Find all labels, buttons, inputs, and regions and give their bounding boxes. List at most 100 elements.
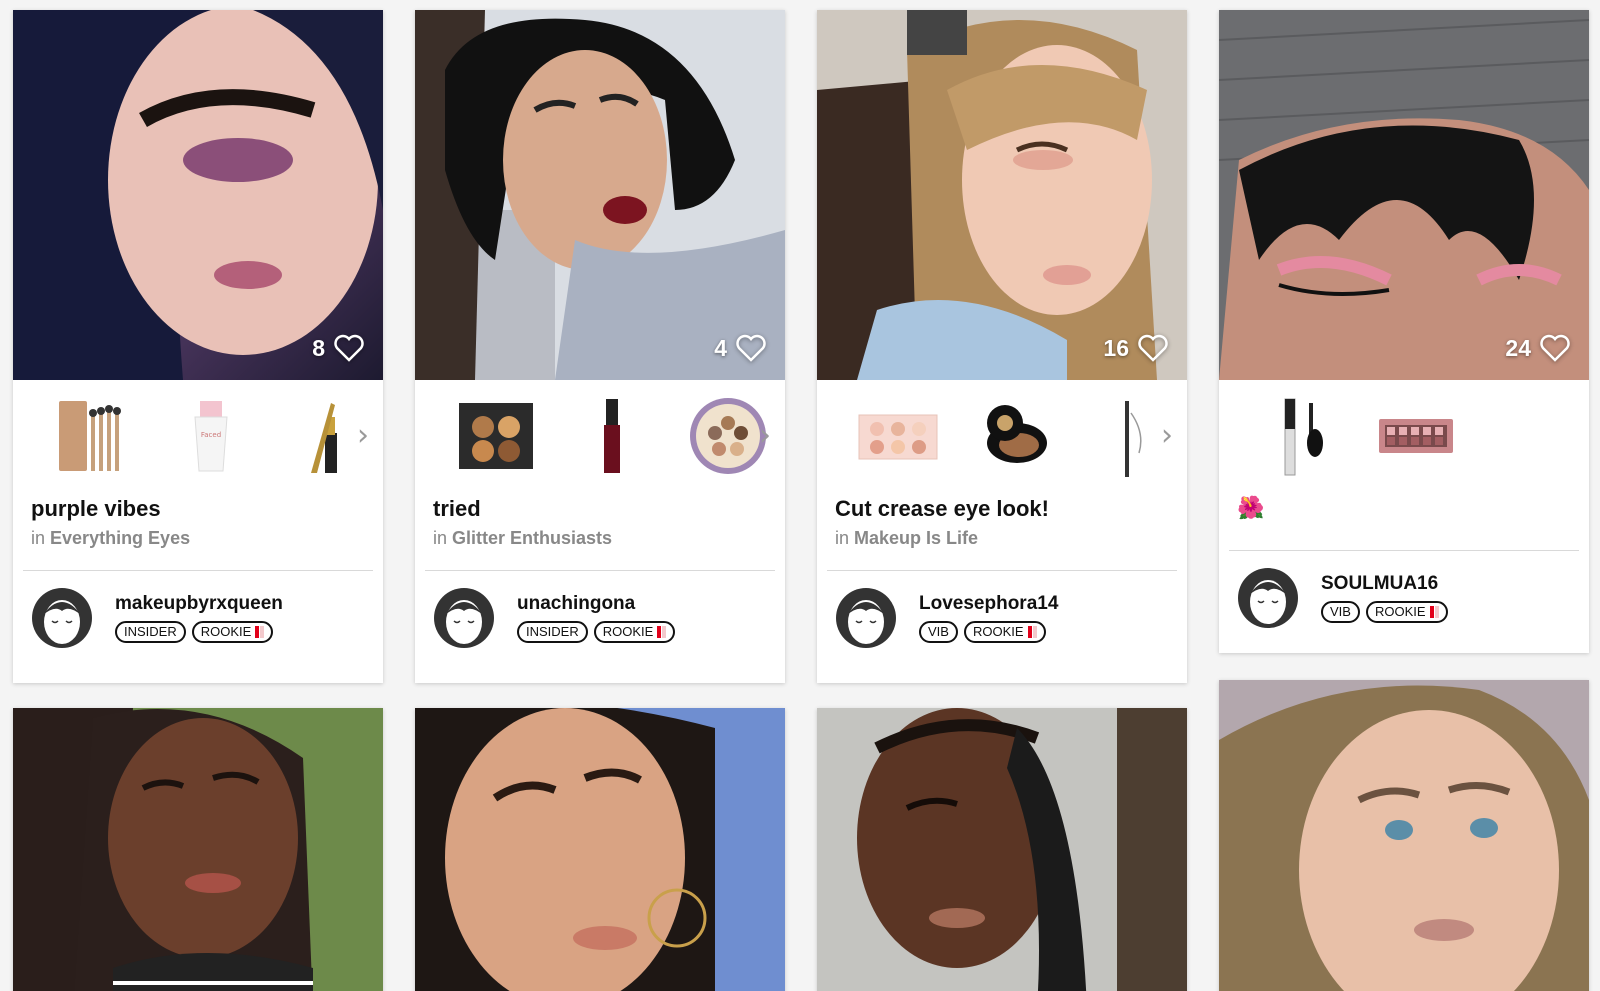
rookie-label: ROOKIE <box>200 624 252 639</box>
look-photo-image <box>415 10 785 380</box>
product-thumb[interactable] <box>51 393 137 479</box>
username[interactable]: unachingona <box>517 593 675 615</box>
likes-count[interactable]: 4 <box>714 334 767 362</box>
look-group: in Everything Eyes <box>31 528 365 549</box>
product-carousel: Faced › <box>13 380 383 492</box>
product-thumb[interactable] <box>855 393 941 479</box>
look-card[interactable]: 8 Faced › purple vibes in Everything Eye… <box>13 10 383 683</box>
look-photo-image <box>13 708 383 991</box>
look-photo[interactable]: 24 <box>1219 10 1589 380</box>
look-title[interactable]: 🌺 <box>1237 496 1571 521</box>
chevron-right-icon[interactable]: › <box>759 421 771 451</box>
look-card[interactable] <box>13 708 383 991</box>
look-info: Cut crease eye look! in Makeup Is Life <box>817 492 1187 570</box>
look-photo[interactable] <box>415 708 785 991</box>
likes-count[interactable]: 24 <box>1505 334 1571 362</box>
rookie-badge: ROOKIE <box>593 621 676 643</box>
brush-set-icon <box>59 401 121 471</box>
product-thumb[interactable] <box>453 393 539 479</box>
look-photo[interactable]: 4 <box>415 10 785 380</box>
heart-icon[interactable] <box>333 334 365 362</box>
product-thumb[interactable] <box>1373 393 1459 479</box>
author-row[interactable]: unachingona INSIDER ROOKIE <box>415 571 785 665</box>
group-link[interactable]: Glitter Enthusiasts <box>452 528 612 548</box>
rookie-bar-icon <box>1032 626 1037 638</box>
look-photo-image <box>415 708 785 991</box>
look-card[interactable]: 16 › Cut crease eye look! in Makeup Is L… <box>817 10 1187 683</box>
author-row[interactable]: SOULMUA16 VIB ROOKIE <box>1219 551 1589 645</box>
avatar[interactable] <box>835 587 897 649</box>
look-card[interactable] <box>1219 680 1589 991</box>
look-photo[interactable] <box>1219 680 1589 991</box>
look-card[interactable] <box>415 708 785 991</box>
heart-icon[interactable] <box>1137 334 1169 362</box>
look-info: 🌺 <box>1219 492 1589 550</box>
liquid-lipstick-icon <box>604 399 620 473</box>
product-thumb[interactable] <box>971 393 1057 479</box>
likes-number: 8 <box>312 334 325 361</box>
look-title[interactable]: purple vibes <box>31 496 365 522</box>
rookie-label: ROOKIE <box>1374 604 1426 619</box>
look-title[interactable]: Cut crease eye look! <box>835 496 1169 522</box>
group-prefix: in <box>835 528 850 548</box>
likes-count[interactable]: 16 <box>1103 334 1169 362</box>
group-link[interactable]: Everything Eyes <box>50 528 190 548</box>
highlight-palette-icon <box>858 414 938 460</box>
look-photo-image <box>817 10 1187 380</box>
look-card[interactable]: 24 🌺 SOULMUA16 VIB ROOKIE <box>1219 10 1589 653</box>
likes-count[interactable]: 8 <box>312 334 365 362</box>
look-photo-image <box>817 708 1187 991</box>
product-thumb[interactable] <box>1257 393 1343 479</box>
tier-badge: VIB <box>1321 601 1360 623</box>
likes-number: 16 <box>1103 334 1129 361</box>
rookie-badge: ROOKIE <box>191 621 274 643</box>
chevron-right-icon[interactable]: › <box>1161 421 1173 451</box>
author-row[interactable]: Lovesephora14 VIB ROOKIE <box>817 571 1187 665</box>
look-photo[interactable]: 16 <box>817 10 1187 380</box>
look-photo-image <box>13 10 383 380</box>
svg-text:Faced: Faced <box>201 431 221 439</box>
username[interactable]: SOULMUA16 <box>1321 573 1448 595</box>
chevron-right-icon[interactable]: › <box>357 421 369 451</box>
look-photo-image <box>1219 680 1589 991</box>
rookie-bar-icon <box>1434 606 1439 618</box>
product-thumb[interactable] <box>569 393 655 479</box>
mascara-icon <box>1284 398 1323 476</box>
look-card[interactable]: 4 › tried in Glitter Enthusiasts unachin… <box>415 10 785 683</box>
look-title[interactable]: tried <box>433 496 767 522</box>
avatar[interactable] <box>1237 567 1299 629</box>
rookie-label: ROOKIE <box>602 624 654 639</box>
rookie-bar-icon <box>1027 626 1032 638</box>
group-link[interactable]: Makeup Is Life <box>854 528 978 548</box>
look-card[interactable] <box>817 708 1187 991</box>
rookie-bar-icon <box>662 626 667 638</box>
rookie-bar-icon <box>260 626 265 638</box>
look-info: purple vibes in Everything Eyes <box>13 492 383 570</box>
contour-palette-icon <box>459 403 533 469</box>
rookie-badge: ROOKIE <box>963 621 1046 643</box>
product-thumb[interactable]: Faced <box>167 393 253 479</box>
author-row[interactable]: makeupbyrxqueen INSIDER ROOKIE <box>13 571 383 665</box>
username[interactable]: makeupbyrxqueen <box>115 593 283 615</box>
look-photo[interactable] <box>13 708 383 991</box>
likes-number: 24 <box>1505 334 1531 361</box>
likes-number: 4 <box>714 334 727 361</box>
heart-icon[interactable] <box>1539 334 1571 362</box>
username[interactable]: Lovesephora14 <box>919 593 1058 615</box>
product-carousel <box>1219 380 1589 492</box>
look-photo[interactable]: 8 <box>13 10 383 380</box>
look-photo[interactable] <box>817 708 1187 991</box>
rookie-bar-icon <box>1429 606 1434 618</box>
primer-tube-icon: Faced <box>194 401 228 472</box>
brow-pomade-icon <box>987 405 1047 463</box>
rookie-label: ROOKIE <box>972 624 1024 639</box>
tier-badge: INSIDER <box>517 621 588 643</box>
product-carousel: › <box>817 380 1187 492</box>
product-carousel: › <box>415 380 785 492</box>
tier-badge: VIB <box>919 621 958 643</box>
group-prefix: in <box>433 528 448 548</box>
heart-icon[interactable] <box>735 334 767 362</box>
avatar[interactable] <box>433 587 495 649</box>
avatar[interactable] <box>31 587 93 649</box>
look-group: in Glitter Enthusiasts <box>433 528 767 549</box>
